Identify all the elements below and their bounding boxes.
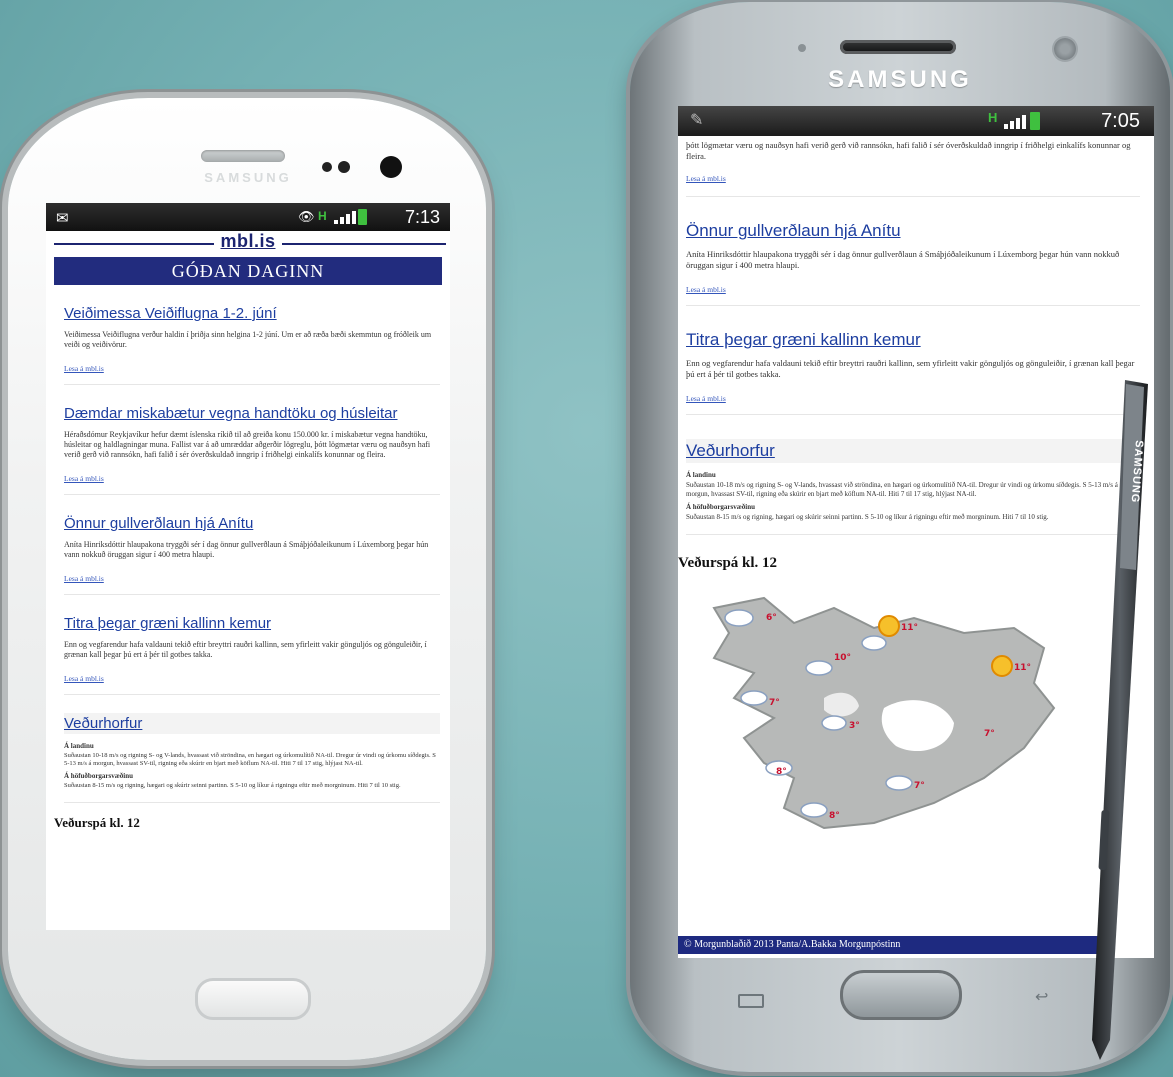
proximity-sensor [322,162,332,172]
message-icon: ✉ [56,210,69,227]
map-temp: 7° [914,781,925,791]
earpiece [201,150,285,162]
s-pen-stylus: SAMSUNG [1092,380,1148,1060]
good-morning-banner: GÓÐAN DAGINN [54,257,442,285]
phone1-screen: ✉ 👁 H 7:13 mbl.is GÓÐAN DAGINN Veiðimess… [46,203,450,930]
phone-brand-logo: SAMSUNG [828,66,972,93]
forecast-heading: Veðurspá kl. 12 [54,815,140,830]
network-type-icon: H [318,209,327,223]
back-key[interactable]: ↩ [1035,987,1048,1006]
article: Dæmdar miskabætur vegna handtöku og húsl… [64,405,440,495]
weather-text: Suðaustan 10-18 m/s og rigning S- og V-l… [64,752,436,767]
map-temp: 8° [776,767,787,777]
home-button[interactable] [840,970,962,1020]
article: Titra þegar græni kallinn kemur Enn og v… [64,615,440,695]
battery-icon [358,209,367,225]
earpiece [840,40,956,54]
article: Veiðimessa Veiðiflugna 1-2. júní Veiðime… [64,305,440,385]
smart-stay-eye-icon: 👁 [298,209,315,224]
cloud-icon [821,715,847,731]
read-more-link[interactable]: Lesa á mbl.is [64,364,104,373]
map-temp: 6° [766,613,777,623]
white-phone: SAMSUNG ✉ 👁 H 7:13 mbl.is GÓÐAN DAGINN V… [8,98,486,1060]
weather-text: Suðaustan 8-15 m/s og rigning, hægari og… [64,782,401,789]
read-more-link[interactable]: Lesa á mbl.is [686,394,726,403]
article-title[interactable]: Önnur gullverðlaun hjá Anítu [64,515,440,532]
article-body: Enn og vegfarendur hafa valdauni tekið e… [64,640,427,659]
map-temp: 11° [1014,663,1031,673]
article-title[interactable]: Önnur gullverðlaun hjá Anítu [686,221,1140,241]
read-more-link[interactable]: Lesa á mbl.is [686,174,726,183]
iceland-weather-map[interactable]: 6° 11° 11° 10° 7° 3° 7° 8° 7° 8° [684,588,1124,848]
cloud-icon [805,660,833,676]
signal-icon [1004,115,1026,129]
weather-subtitle: Á landinu [64,742,94,750]
home-button[interactable] [195,978,311,1020]
proximity-sensor [798,44,806,52]
cloud-icon [885,775,913,791]
clock: 7:05 [1101,110,1140,132]
site-logo[interactable]: mbl.is [214,231,282,251]
article: Önnur gullverðlaun hjá Anítu Aníta Hinri… [686,221,1140,306]
map-temp: 7° [769,698,780,708]
article-title[interactable]: Titra þegar græni kallinn kemur [64,615,440,632]
map-temp: 7° [984,729,995,739]
light-sensor [338,161,350,173]
article-title[interactable]: Titra þegar græni kallinn kemur [686,330,1140,350]
article-title[interactable]: Veiðimessa Veiðiflugna 1-2. júní [64,305,440,322]
article: Önnur gullverðlaun hjá Anítu Aníta Hinri… [64,515,440,595]
sun-icon [878,615,900,637]
read-more-link[interactable]: Lesa á mbl.is [64,674,104,683]
status-bar: ✉ 👁 H 7:13 [46,203,450,231]
front-camera [380,156,402,178]
map-temp: 11° [901,623,918,633]
weather-subtitle: Á höfuðborgarsvæðinu [64,772,134,780]
article-body: Veiðimessa Veiðiflugna verður haldin í þ… [64,330,432,349]
status-bar: ✎ H 7:05 [678,106,1154,136]
pencil-icon: ✎ [690,112,704,129]
iceland-map-svg: 6° 11° 11° 10° 7° 3° 7° 8° 7° 8° [712,596,1056,830]
divider [686,196,1140,197]
article-continuation: þótt lögmætar væru og nauðsyn hafi verið… [686,140,1131,161]
cloud-icon [740,690,768,706]
phone-brand-logo: SAMSUNG [204,170,292,185]
map-temp: 8° [829,811,840,821]
article-title[interactable]: Dæmdar miskabætur vegna handtöku og húsl… [64,405,440,422]
cloud-icon [861,635,887,651]
copyright-bar: © Morgunblaðið 2013 Panta/A.Bakka Morgun… [678,936,1104,954]
map-temp: 3° [849,721,860,731]
article-body: Héraðsdómur Reykjavíkur hefur dæmt íslen… [64,430,431,459]
network-type-icon: H [988,110,998,125]
front-camera [1054,38,1076,60]
article-body: Aníta Hinriksdóttir hlaupakona tryggði s… [686,249,1120,270]
sun-icon [991,655,1013,677]
article-body: Aníta Hinriksdóttir hlaupakona tryggði s… [64,540,429,559]
map-temp: 10° [834,653,851,663]
signal-icon [334,211,356,224]
menu-key[interactable] [738,994,764,1008]
cloud-icon [800,802,828,818]
weather-section: Veðurhorfur Á landinu Suðaustan 10-18 m/… [64,713,440,803]
site-header: mbl.is [46,231,450,255]
cloud-icon [724,609,754,627]
read-more-link[interactable]: Lesa á mbl.is [64,474,104,483]
clock: 7:13 [404,207,440,227]
battery-icon [1030,112,1040,130]
read-more-link[interactable]: Lesa á mbl.is [64,574,104,583]
read-more-link[interactable]: Lesa á mbl.is [686,285,726,294]
weather-title[interactable]: Veðurhorfur [64,713,440,734]
